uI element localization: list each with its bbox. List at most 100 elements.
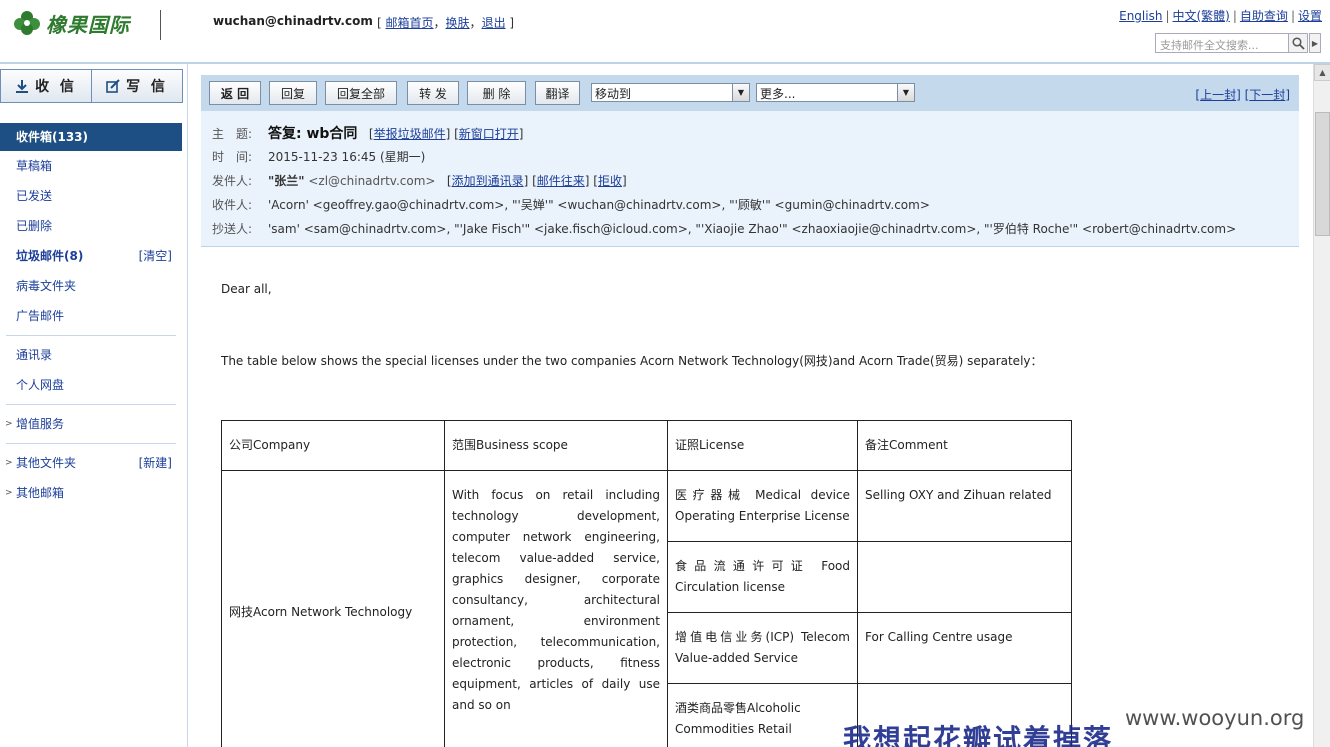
from-label: 发件人:	[212, 174, 253, 188]
table-header-cell: 证照License	[667, 420, 858, 471]
move-to-value: 移动到	[595, 87, 632, 101]
triangle-right-icon: ▶	[1311, 38, 1319, 48]
self-service-link[interactable]: 自助查询	[1240, 9, 1288, 23]
license-cell: 酒类商品零售Alcoholic Commodities Retail	[667, 683, 858, 747]
from-name: "张兰"	[268, 174, 305, 188]
delete-button[interactable]: 删 除	[467, 81, 526, 105]
mailbox-home-link[interactable]: 邮箱首页	[386, 16, 434, 30]
search-input[interactable]: 支持邮件全文搜索...	[1155, 33, 1305, 53]
folder-ads[interactable]: 广告邮件	[0, 301, 182, 331]
sidebar: 收 信 写 信 收件箱(133) 草稿箱 已发送 已删除 垃圾邮件(8) [清空…	[0, 64, 188, 747]
chevron-right-icon: >	[5, 488, 13, 498]
comment-cell: Selling OXY and Zihuan related	[857, 470, 1072, 542]
license-cell: 食品流通许可证 Food Circulation license	[667, 541, 858, 613]
add-contact-link[interactable]: 添加到通讯录	[452, 174, 524, 188]
subject-row: 主 题: 答复: wb合同 [举报垃圾邮件] [新窗口打开]	[212, 126, 524, 142]
prev-mail-link[interactable]: 上一封	[1200, 88, 1236, 102]
sidebar-item-other-folders[interactable]: > 其他文件夹 [新建]	[0, 448, 182, 478]
logo[interactable]: 橡果国际	[12, 8, 130, 38]
scroll-thumb[interactable]	[1315, 112, 1330, 236]
top-header: 橡果国际 wuchan@chinadrtv.com [ 邮箱首页，换肤，退出 ]…	[0, 0, 1330, 62]
sidebar-item-value-added[interactable]: > 增值服务	[0, 409, 182, 439]
logo-icon	[14, 11, 40, 35]
value-added-label: 增值服务	[16, 417, 65, 431]
watermark: www.wooyun.org	[1125, 706, 1305, 730]
triangle-up-icon: ▲	[1319, 68, 1326, 77]
scope-cell: With focus on retail including technolog…	[444, 470, 668, 747]
download-icon	[16, 80, 29, 93]
subject-label: 主 题:	[212, 127, 253, 141]
logout-link[interactable]: 退出	[482, 16, 506, 30]
sidebar-item-other-mail[interactable]: > 其他邮箱	[0, 478, 182, 508]
receive-button[interactable]: 收 信	[1, 70, 91, 102]
open-new-window-link[interactable]: 新窗口打开	[459, 127, 519, 141]
overlay-caption: 我想起花瓣试着掉落	[843, 723, 1114, 747]
comment-cell	[857, 541, 1072, 613]
sidebar-divider	[6, 404, 176, 405]
folder-spam[interactable]: 垃圾邮件(8) [清空]	[0, 241, 182, 271]
pager: [上一封] [下一封]	[1195, 88, 1290, 102]
folder-spam-label: 垃圾邮件(8)	[16, 249, 84, 263]
license-cell: 增值电信业务(ICP) Telecom Value-added Service	[667, 612, 858, 684]
mail-intro: The table below shows the special licens…	[221, 354, 1043, 368]
folder-deleted[interactable]: 已删除	[0, 211, 182, 241]
empty-spam-link[interactable]: [清空]	[139, 241, 172, 271]
table-header-row: 公司Company 范围Business scope 证照License 备注C…	[221, 420, 1072, 471]
english-link[interactable]: English	[1119, 9, 1162, 23]
mail-header: 主 题: 答复: wb合同 [举报垃圾邮件] [新窗口打开] 时 间: 2015-1…	[201, 111, 1299, 247]
right-links: English | 中文(繁體) | 自助查询 | 设置	[1119, 9, 1322, 23]
cc-row: 抄送人: 'sam' <sam@chinadrtv.com>, "'Jake Fi…	[212, 220, 1236, 237]
reply-all-button[interactable]: 回复全部	[325, 81, 397, 105]
table-header-cell: 备注Comment	[857, 420, 1072, 471]
search-button[interactable]	[1288, 33, 1308, 53]
to-label: 收件人:	[212, 198, 253, 212]
sidebar-item-netdisk[interactable]: 个人网盘	[0, 370, 182, 400]
chevron-right-icon: >	[5, 458, 13, 468]
translate-button[interactable]: 翻译	[535, 81, 580, 105]
mail-cc: 'sam' <sam@chinadrtv.com>, "'Jake Fisch'…	[268, 222, 1237, 236]
forward-button[interactable]: 转 发	[407, 81, 459, 105]
other-mail-label: 其他邮箱	[16, 486, 65, 500]
top-links: [ 邮箱首页，换肤，退出 ]	[377, 16, 515, 30]
folder-list: 收件箱(133) 草稿箱 已发送 已删除 垃圾邮件(8) [清空] 病毒文件夹 …	[0, 123, 182, 508]
report-spam-link[interactable]: 举报垃圾邮件	[374, 127, 446, 141]
mail-greeting: Dear all,	[221, 282, 272, 296]
traditional-chinese-link[interactable]: 中文(繁體)	[1173, 9, 1230, 23]
sidebar-divider	[6, 335, 176, 336]
folder-inbox[interactable]: 收件箱(133)	[0, 123, 182, 151]
logo-divider	[160, 10, 161, 40]
user-email: wuchan@chinadrtv.com	[213, 14, 373, 28]
folder-sent[interactable]: 已发送	[0, 181, 182, 211]
chevron-down-icon: ▼	[897, 84, 914, 101]
more-value: 更多...	[760, 87, 796, 101]
folder-virus[interactable]: 病毒文件夹	[0, 271, 182, 301]
more-select[interactable]: 更多... ▼	[756, 83, 915, 102]
next-mail-link[interactable]: 下一封	[1249, 88, 1285, 102]
move-to-select[interactable]: 移动到 ▼	[591, 83, 750, 102]
change-skin-link[interactable]: 换肤	[446, 16, 470, 30]
mail-recipients: 'Acorn' <geoffrey.gao@chinadrtv.com>, "'…	[268, 198, 930, 212]
reject-link[interactable]: 拒收	[598, 174, 622, 188]
new-folder-link[interactable]: [新建]	[139, 448, 172, 478]
compose-label: 写 信	[126, 79, 168, 95]
search-icon	[1291, 36, 1305, 50]
other-folders-label: 其他文件夹	[16, 456, 77, 470]
chevron-down-icon: ▼	[732, 84, 749, 101]
back-button[interactable]: 返 回	[209, 81, 261, 105]
scrollbar[interactable]: ▲	[1313, 64, 1330, 747]
compose-icon	[106, 79, 120, 93]
table-header-cell: 范围Business scope	[444, 420, 668, 471]
reply-button[interactable]: 回复	[269, 81, 317, 105]
sidebar-divider	[6, 443, 176, 444]
compose-button[interactable]: 写 信	[91, 70, 182, 102]
search-options-button[interactable]: ▶	[1309, 33, 1321, 53]
from-row: 发件人: "张兰" <zl@chinadrtv.com> [添加到通讯录] [邮件…	[212, 174, 627, 188]
folder-drafts[interactable]: 草稿箱	[0, 151, 182, 181]
mail-subject: 答复: wb合同	[268, 126, 358, 142]
sidebar-item-contacts[interactable]: 通讯录	[0, 340, 182, 370]
cc-label: 抄送人:	[212, 222, 253, 236]
scroll-up-button[interactable]: ▲	[1314, 64, 1330, 81]
settings-link[interactable]: 设置	[1298, 9, 1322, 23]
from-email: <zl@chinadrtv.com>	[308, 174, 436, 188]
mail-history-link[interactable]: 邮件往来	[537, 174, 585, 188]
